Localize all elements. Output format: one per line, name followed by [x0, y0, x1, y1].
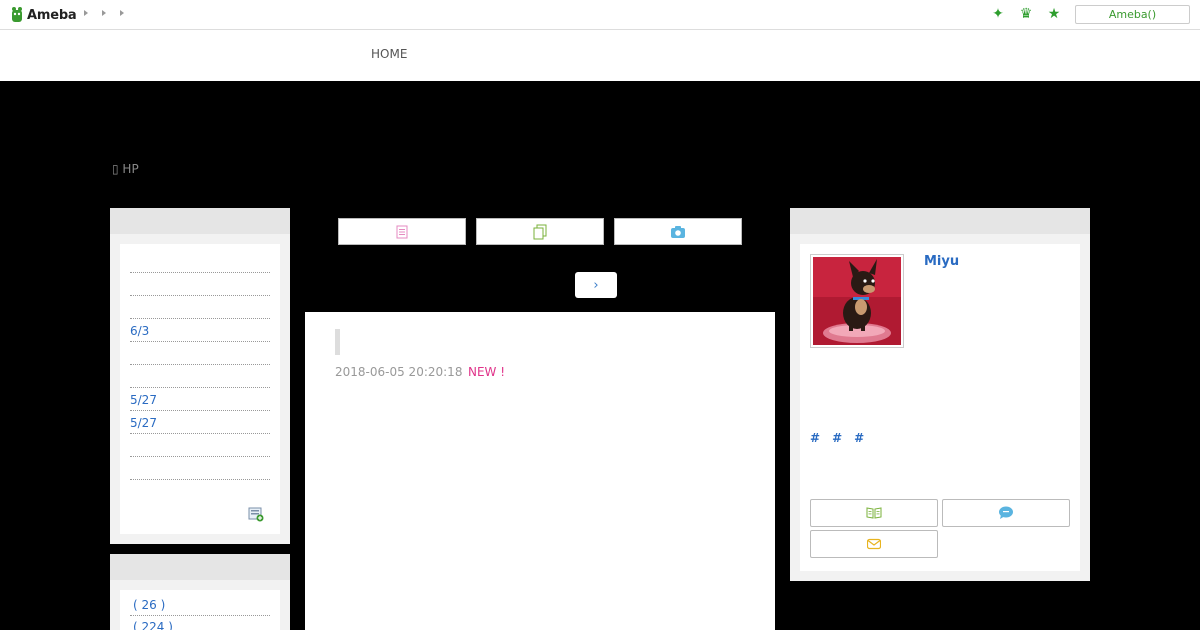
recent-entries-body: 6/3 5/27 5/27 [120, 244, 280, 534]
tab-archive[interactable] [476, 218, 604, 245]
list-item[interactable] [130, 250, 270, 273]
hashtag-link[interactable]: # [854, 431, 864, 445]
avatar[interactable] [810, 254, 904, 348]
article-date: 2018-06-05 20:20:18 [335, 365, 463, 379]
dog-photo [813, 257, 901, 345]
profile-name[interactable]: Miyu [924, 254, 959, 269]
list-item[interactable] [130, 273, 270, 296]
top-header: Ameba ✦ ♛ ★ Ameba() [0, 0, 1200, 30]
chat-icon [999, 506, 1013, 519]
ameba-logo[interactable]: Ameba [10, 5, 77, 25]
ameba-mascot-icon [12, 7, 22, 22]
list-item[interactable] [130, 457, 270, 480]
article-body: 2018-06-05 20:20:18 NEW ! [305, 312, 775, 630]
recent-entries-list: 6/3 5/27 5/27 [130, 250, 270, 480]
hashtag-link[interactable]: # [832, 431, 842, 445]
themes-header [110, 554, 290, 580]
book-icon [866, 507, 882, 519]
breadcrumb-arrow-icon[interactable] [102, 10, 106, 16]
recent-entries-header [110, 208, 290, 234]
themes-box: ( 26 ) ( 224 ) [110, 554, 290, 630]
ameba-account-button[interactable]: Ameba() [1075, 5, 1190, 24]
article-title-bar [335, 329, 340, 355]
tab-entry-list[interactable] [338, 218, 466, 245]
reader-register-button[interactable] [810, 499, 938, 527]
themes-body: ( 26 ) ( 224 ) [120, 590, 280, 630]
list-item[interactable]: 5/27 [130, 388, 270, 411]
crown-icon[interactable]: ♛ [1018, 6, 1034, 22]
logo-text: Ameba [27, 7, 77, 23]
list-item[interactable]: ( 26 ) [130, 594, 270, 616]
recent-entries-box: 6/3 5/27 5/27 [110, 208, 290, 544]
profile-hashtags: # # # [810, 431, 864, 445]
rss-add-icon[interactable] [248, 506, 264, 522]
list-item[interactable]: 6/3 [130, 319, 270, 342]
camera-icon [671, 225, 685, 238]
profile-header [790, 208, 1090, 234]
breadcrumb [84, 10, 124, 16]
sparkle-icon[interactable]: ✦ [990, 6, 1006, 22]
blog-nav: HOME [0, 30, 1200, 81]
copy-icon [533, 224, 547, 239]
new-badge: NEW ! [468, 365, 506, 379]
chat-button[interactable] [942, 499, 1070, 527]
themes-list: ( 26 ) ( 224 ) [130, 594, 270, 630]
hp-link[interactable]: ▯ HP [112, 162, 139, 176]
list-icon [396, 225, 408, 238]
list-item[interactable] [130, 434, 270, 457]
tab-photos[interactable] [614, 218, 742, 245]
list-item[interactable]: 5/27 [130, 411, 270, 434]
hashtag-link[interactable]: # [810, 431, 820, 445]
list-item[interactable] [130, 365, 270, 388]
message-button[interactable] [810, 530, 938, 558]
list-item[interactable] [130, 342, 270, 365]
profile-box: Miyu # # # [790, 208, 1090, 581]
nav-home-link[interactable]: HOME [371, 47, 407, 61]
list-item[interactable]: ( 224 ) [130, 616, 270, 630]
header-icons: ✦ ♛ ★ [990, 6, 1062, 22]
next-page-button[interactable]: › [575, 272, 617, 298]
star-icon[interactable]: ★ [1046, 6, 1062, 22]
breadcrumb-arrow-icon[interactable] [84, 10, 88, 16]
breadcrumb-arrow-icon[interactable] [120, 10, 124, 16]
list-item[interactable] [130, 296, 270, 319]
mail-icon [867, 538, 881, 550]
profile-body: Miyu # # # [800, 244, 1080, 571]
